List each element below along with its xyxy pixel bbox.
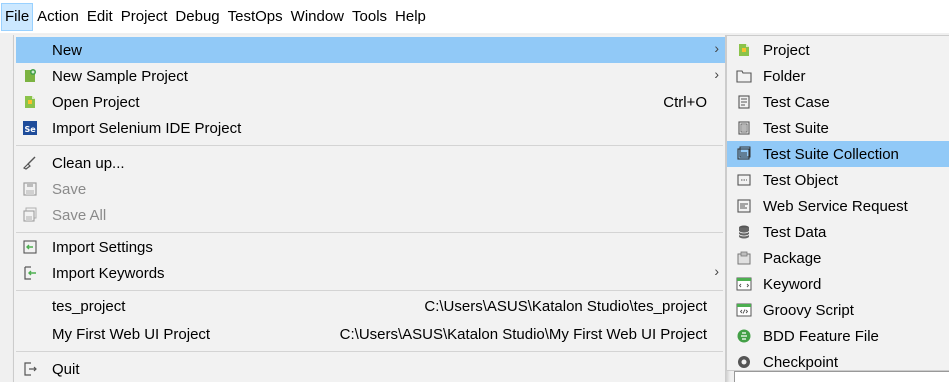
submenu-item-label: Package xyxy=(763,249,822,267)
submenu-item-label: Test Suite Collection xyxy=(763,145,899,163)
database-icon xyxy=(735,223,752,240)
submenu-item-label: Groovy Script xyxy=(763,301,854,319)
folder-icon xyxy=(735,67,752,84)
submenu-item-test-suite-collection[interactable]: Test Suite Collection xyxy=(727,141,949,167)
project-icon xyxy=(735,41,752,58)
quit-icon xyxy=(21,360,38,377)
submenu-item-label: Checkpoint xyxy=(763,353,839,371)
background-panel xyxy=(734,371,949,382)
menu-window[interactable]: Window xyxy=(287,3,348,31)
submenu-item-label: Project xyxy=(763,41,810,59)
menu-debug[interactable]: Debug xyxy=(171,3,223,31)
chevron-right-icon: › xyxy=(714,263,719,279)
save-icon xyxy=(21,180,38,197)
test-object-icon xyxy=(735,171,752,188)
submenu-item-test-object[interactable]: Test Object xyxy=(727,167,949,193)
recent-project-item[interactable]: tes_project C:\Users\ASUS\Katalon Studio… xyxy=(16,293,725,319)
menu-item-label: New Sample Project xyxy=(52,67,188,85)
menu-item-label: Quit xyxy=(52,360,80,378)
test-suite-collection-icon xyxy=(735,145,752,162)
menu-bar: File Action Edit Project Debug TestOps W… xyxy=(0,0,949,33)
menu-item-import-selenium[interactable]: Se Import Selenium IDE Project xyxy=(16,115,725,141)
submenu-item-keyword[interactable]: Keyword xyxy=(727,271,949,297)
menu-separator xyxy=(16,290,723,291)
submenu-item-label: Keyword xyxy=(763,275,822,293)
submenu-item-label: Test Suite xyxy=(763,119,829,137)
menu-item-label: Open Project xyxy=(52,93,140,111)
submenu-item-groovy-script[interactable]: Groovy Script xyxy=(727,297,949,323)
recent-project-name: My First Web UI Project xyxy=(52,325,211,343)
new-submenu: Project Folder Test Case Test Suite Test… xyxy=(726,35,949,371)
menu-item-import-settings[interactable]: Import Settings xyxy=(16,234,725,260)
menu-item-save-all[interactable]: Save All xyxy=(16,202,725,228)
submenu-item-project[interactable]: Project xyxy=(727,37,949,63)
menu-item-label: New xyxy=(52,41,83,59)
selenium-icon: Se xyxy=(21,119,38,136)
menu-help[interactable]: Help xyxy=(391,3,430,31)
test-case-icon xyxy=(735,93,752,110)
submenu-item-package[interactable]: Package xyxy=(727,245,949,271)
recent-project-path: C:\Users\ASUS\Katalon Studio\My First We… xyxy=(339,325,707,343)
submenu-item-test-data[interactable]: Test Data xyxy=(727,219,949,245)
save-all-icon xyxy=(21,206,38,223)
submenu-item-label: Web Service Request xyxy=(763,197,908,215)
chevron-right-icon: › xyxy=(714,66,719,82)
file-menu-dropdown: New › New Sample Project › Open Project … xyxy=(13,35,726,382)
submenu-item-label: Test Data xyxy=(763,223,827,241)
import-settings-icon xyxy=(21,238,38,255)
submenu-item-folder[interactable]: Folder xyxy=(727,63,949,89)
checkpoint-icon xyxy=(735,353,752,370)
menu-separator xyxy=(16,145,723,146)
test-suite-icon xyxy=(735,119,752,136)
menu-tools[interactable]: Tools xyxy=(348,3,391,31)
groovy-script-icon xyxy=(735,301,752,318)
menu-item-open-project[interactable]: Open Project Ctrl+O xyxy=(16,89,725,115)
sample-project-icon xyxy=(21,67,38,84)
package-icon xyxy=(735,249,752,266)
keyword-icon xyxy=(735,275,752,292)
menu-item-clean-up[interactable]: Clean up... xyxy=(16,150,725,176)
chevron-right-icon: › xyxy=(714,40,719,56)
menu-project[interactable]: Project xyxy=(117,3,172,31)
menu-item-label: Save All xyxy=(52,206,107,224)
menu-edit[interactable]: Edit xyxy=(83,3,117,31)
svg-text:Se: Se xyxy=(24,125,36,134)
menu-file[interactable]: File xyxy=(1,2,34,31)
menu-item-label: Save xyxy=(52,180,87,198)
recent-project-item[interactable]: My First Web UI Project C:\Users\ASUS\Ka… xyxy=(16,321,725,347)
menu-separator xyxy=(16,351,723,352)
menu-item-label: Import Keywords xyxy=(52,264,165,282)
submenu-item-test-suite[interactable]: Test Suite xyxy=(727,115,949,141)
submenu-item-label: BDD Feature File xyxy=(763,327,879,345)
menu-item-label: Clean up... xyxy=(52,154,125,172)
recent-project-name: tes_project xyxy=(52,297,126,315)
submenu-item-label: Test Case xyxy=(763,93,830,111)
project-icon xyxy=(21,93,38,110)
submenu-item-bdd-feature-file[interactable]: BDD Feature File xyxy=(727,323,949,349)
menu-separator xyxy=(16,232,723,233)
shortcut-label: Ctrl+O xyxy=(663,93,707,111)
menu-item-save[interactable]: Save xyxy=(16,176,725,202)
cucumber-icon xyxy=(735,327,752,344)
menu-item-quit[interactable]: Quit xyxy=(16,356,725,382)
submenu-item-label: Folder xyxy=(763,67,806,85)
menu-testops[interactable]: TestOps xyxy=(224,3,287,31)
submenu-item-label: Test Object xyxy=(763,171,839,189)
menu-item-import-keywords[interactable]: Import Keywords › xyxy=(16,260,725,286)
menu-action[interactable]: Action xyxy=(33,3,83,31)
recent-project-path: C:\Users\ASUS\Katalon Studio\tes_project xyxy=(424,297,707,315)
broom-icon xyxy=(21,154,38,171)
menu-item-new[interactable]: New › xyxy=(16,37,725,63)
menu-item-label: Import Selenium IDE Project xyxy=(52,119,242,137)
menu-item-new-sample-project[interactable]: New Sample Project › xyxy=(16,63,725,89)
submenu-item-test-case[interactable]: Test Case xyxy=(727,89,949,115)
submenu-item-web-service-request[interactable]: Web Service Request xyxy=(727,193,949,219)
menu-item-label: Import Settings xyxy=(52,238,153,256)
web-service-icon xyxy=(735,197,752,214)
import-keywords-icon xyxy=(21,264,38,281)
